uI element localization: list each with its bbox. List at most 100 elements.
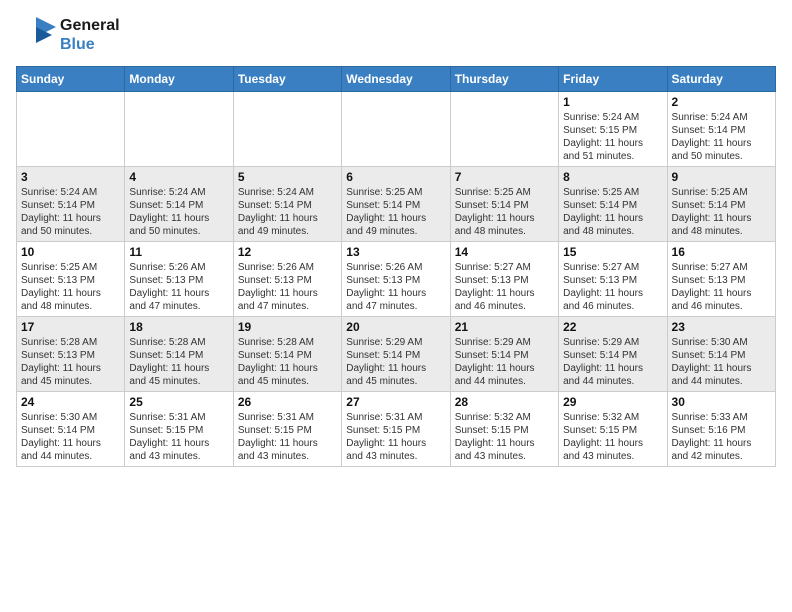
- day-number: 27: [346, 395, 445, 409]
- day-number: 17: [21, 320, 120, 334]
- day-info-line: and 48 minutes.: [455, 225, 554, 238]
- day-info-line: and 47 minutes.: [346, 300, 445, 313]
- calendar-week-row: 10 Sunrise: 5:25 AM Sunset: 5:13 PM Dayligh…: [17, 242, 776, 317]
- day-number: 7: [455, 170, 554, 184]
- weekday-header-thursday: Thursday: [450, 67, 558, 92]
- day-info-line: Sunrise: 5:27 AM: [563, 261, 662, 274]
- day-info-line: Daylight: 11 hours: [21, 287, 120, 300]
- day-info-line: and 48 minutes.: [672, 225, 771, 238]
- day-info-line: and 50 minutes.: [672, 150, 771, 163]
- calendar-cell: 15Sunrise: 5:27 AMSunset: 5:13 PMDayligh…: [559, 242, 667, 317]
- day-number: 9: [672, 170, 771, 184]
- weekday-header-wednesday: Wednesday: [342, 67, 450, 92]
- day-info-line: Sunrise: 5:32 AM: [563, 411, 662, 424]
- day-info-line: Sunset: 5:14 PM: [563, 349, 662, 362]
- day-number: 22: [563, 320, 662, 334]
- day-info-line: Sunset: 5:13 PM: [238, 274, 337, 287]
- day-info-line: Daylight: 11 hours: [455, 362, 554, 375]
- weekday-header-row: SundayMondayTuesdayWednesdayThursdayFrid…: [17, 67, 776, 92]
- day-info-line: Daylight: 11 hours: [238, 437, 337, 450]
- day-number: 3: [21, 170, 120, 184]
- page-header: GeneralBlue: [16, 16, 776, 54]
- day-info-line: and 47 minutes.: [129, 300, 228, 313]
- calendar-cell: 8Sunrise: 5:25 AMSunset: 5:14 PMDaylight…: [559, 167, 667, 242]
- day-info-line: and 45 minutes.: [346, 375, 445, 388]
- day-info-line: Sunrise: 5:31 AM: [238, 411, 337, 424]
- day-info-line: Sunset: 5:14 PM: [21, 424, 120, 437]
- calendar-cell: 6Sunrise: 5:25 AMSunset: 5:14 PMDaylight…: [342, 167, 450, 242]
- weekday-header-sunday: Sunday: [17, 67, 125, 92]
- day-info-line: Sunrise: 5:26 AM: [238, 261, 337, 274]
- calendar-cell: 13Sunrise: 5:26 AMSunset: 5:13 PMDayligh…: [342, 242, 450, 317]
- day-number: 15: [563, 245, 662, 259]
- day-info-line: Sunrise: 5:24 AM: [21, 186, 120, 199]
- day-info-line: and 49 minutes.: [346, 225, 445, 238]
- calendar-cell: 22Sunrise: 5:29 AMSunset: 5:14 PMDayligh…: [559, 317, 667, 392]
- day-info-line: Sunrise: 5:30 AM: [21, 411, 120, 424]
- day-info-line: Sunset: 5:14 PM: [672, 124, 771, 137]
- day-info-line: Daylight: 11 hours: [129, 437, 228, 450]
- calendar-week-row: 17Sunrise: 5:28 AMSunset: 5:13 PMDayligh…: [17, 317, 776, 392]
- calendar-cell: 24Sunrise: 5:30 AMSunset: 5:14 PMDayligh…: [17, 392, 125, 467]
- day-info-line: Daylight: 11 hours: [238, 362, 337, 375]
- day-info-line: and 50 minutes.: [129, 225, 228, 238]
- day-number: 23: [672, 320, 771, 334]
- day-info-line: Sunset: 5:15 PM: [129, 424, 228, 437]
- day-info-line: Daylight: 11 hours: [563, 437, 662, 450]
- day-number: 1: [563, 95, 662, 109]
- day-info-line: Sunset: 5:15 PM: [563, 124, 662, 137]
- calendar-cell: 19Sunrise: 5:28 AMSunset: 5:14 PMDayligh…: [233, 317, 341, 392]
- weekday-header-tuesday: Tuesday: [233, 67, 341, 92]
- day-info-line: Sunrise: 5:24 AM: [129, 186, 228, 199]
- calendar-cell: 28Sunrise: 5:32 AMSunset: 5:15 PMDayligh…: [450, 392, 558, 467]
- day-info-line: and 43 minutes.: [129, 450, 228, 463]
- day-number: 30: [672, 395, 771, 409]
- day-info-line: Sunset: 5:13 PM: [346, 274, 445, 287]
- day-info-line: Sunset: 5:14 PM: [346, 349, 445, 362]
- calendar-cell: 20Sunrise: 5:29 AMSunset: 5:14 PMDayligh…: [342, 317, 450, 392]
- day-info-line: Sunset: 5:15 PM: [455, 424, 554, 437]
- logo-general: General: [60, 16, 120, 35]
- day-info-line: and 44 minutes.: [21, 450, 120, 463]
- calendar-cell: [125, 92, 233, 167]
- day-info-line: Sunset: 5:14 PM: [238, 199, 337, 212]
- day-info-line: Daylight: 11 hours: [238, 212, 337, 225]
- day-info-line: and 44 minutes.: [672, 375, 771, 388]
- day-info-line: and 43 minutes.: [563, 450, 662, 463]
- calendar-week-row: 24 Sunrise: 5:30 AMSunset: 5:14 PM Dayligh…: [17, 392, 776, 467]
- calendar-cell: 2Sunrise: 5:24 AMSunset: 5:14 PMDaylight…: [667, 92, 775, 167]
- day-info-line: Sunrise: 5:29 AM: [346, 336, 445, 349]
- calendar-cell: 12Sunrise: 5:26 AMSunset: 5:13 PMDayligh…: [233, 242, 341, 317]
- day-number: 10: [21, 245, 120, 259]
- day-number: 14: [455, 245, 554, 259]
- calendar-cell: 3Sunrise: 5:24 AMSunset: 5:14 PMDaylight…: [17, 167, 125, 242]
- day-info-line: and 42 minutes.: [672, 450, 771, 463]
- day-number: 13: [346, 245, 445, 259]
- day-info-line: Sunrise: 5:24 AM: [238, 186, 337, 199]
- calendar-cell: [233, 92, 341, 167]
- calendar-cell: 1Sunrise: 5:24 AMSunset: 5:15 PMDaylight…: [559, 92, 667, 167]
- day-info-line: Sunset: 5:13 PM: [672, 274, 771, 287]
- day-info-line: Sunset: 5:14 PM: [455, 349, 554, 362]
- day-number: 24: [21, 395, 120, 409]
- day-info-line: Sunrise: 5:29 AM: [455, 336, 554, 349]
- day-info-line: Daylight: 11 hours: [129, 362, 228, 375]
- day-info-line: Sunset: 5:15 PM: [346, 424, 445, 437]
- day-info-line: Sunrise: 5:25 AM: [21, 261, 120, 274]
- calendar-cell: 18Sunrise: 5:28 AMSunset: 5:14 PMDayligh…: [125, 317, 233, 392]
- day-info-line: Sunset: 5:14 PM: [129, 349, 228, 362]
- calendar-cell: 16Sunrise: 5:27 AMSunset: 5:13 PMDayligh…: [667, 242, 775, 317]
- day-info-line: Sunset: 5:13 PM: [21, 349, 120, 362]
- day-info-line: Sunset: 5:14 PM: [672, 349, 771, 362]
- calendar-cell: 21Sunrise: 5:29 AMSunset: 5:14 PMDayligh…: [450, 317, 558, 392]
- day-info-line: and 50 minutes.: [21, 225, 120, 238]
- day-info-line: and 46 minutes.: [563, 300, 662, 313]
- day-info-line: Daylight: 11 hours: [455, 437, 554, 450]
- day-info-line: Daylight: 11 hours: [21, 212, 120, 225]
- day-info-line: and 46 minutes.: [455, 300, 554, 313]
- day-info-line: Sunrise: 5:24 AM: [672, 111, 771, 124]
- calendar-week-row: 3Sunrise: 5:24 AMSunset: 5:14 PMDaylight…: [17, 167, 776, 242]
- day-info-line: Sunset: 5:13 PM: [129, 274, 228, 287]
- day-info-line: Sunrise: 5:25 AM: [563, 186, 662, 199]
- day-info-line: Sunset: 5:15 PM: [238, 424, 337, 437]
